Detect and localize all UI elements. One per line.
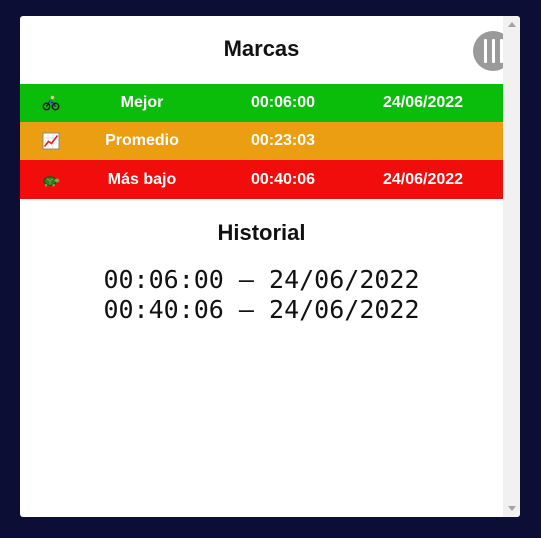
record-row-lowest: Más bajo 00:40:06 24/06/2022 bbox=[20, 160, 503, 199]
cyclist-icon bbox=[40, 84, 62, 122]
panel-content: Marcas Mejor 00:06:00 24/06/2022 Promedi… bbox=[20, 16, 513, 517]
record-label: Promedio bbox=[105, 132, 179, 149]
record-label: Más bajo bbox=[107, 171, 177, 188]
record-row-average: Promedio 00:23:03 bbox=[20, 122, 503, 160]
menu-icon-bar bbox=[491, 39, 495, 63]
record-time: 00:23:03 bbox=[250, 132, 316, 149]
record-date: 24/06/2022 bbox=[382, 171, 464, 188]
record-date: 24/06/2022 bbox=[382, 94, 464, 111]
record-label: Mejor bbox=[120, 94, 164, 111]
record-row-best: Mejor 00:06:00 24/06/2022 bbox=[20, 84, 503, 122]
history-entry: 00:06:00 – 24/06/2022 bbox=[103, 265, 420, 294]
history-title: Historial bbox=[217, 220, 306, 245]
chart-increasing-icon bbox=[40, 122, 62, 160]
history-entry: 00:40:06 – 24/06/2022 bbox=[103, 295, 420, 324]
record-time: 00:40:06 bbox=[250, 171, 316, 188]
vertical-scrollbar[interactable] bbox=[503, 16, 520, 517]
history-list: 00:06:00 – 24/06/2022 00:40:06 – 24/06/2… bbox=[20, 265, 503, 325]
scroll-down-arrow-icon[interactable] bbox=[508, 506, 516, 511]
records-panel: Marcas Mejor 00:06:00 24/06/2022 Promedi… bbox=[20, 16, 520, 517]
turtle-icon bbox=[40, 160, 62, 199]
scroll-up-arrow-icon[interactable] bbox=[508, 22, 516, 27]
record-time: 00:06:00 bbox=[250, 94, 316, 111]
panel-title: Marcas bbox=[223, 36, 300, 61]
menu-icon bbox=[483, 39, 487, 63]
